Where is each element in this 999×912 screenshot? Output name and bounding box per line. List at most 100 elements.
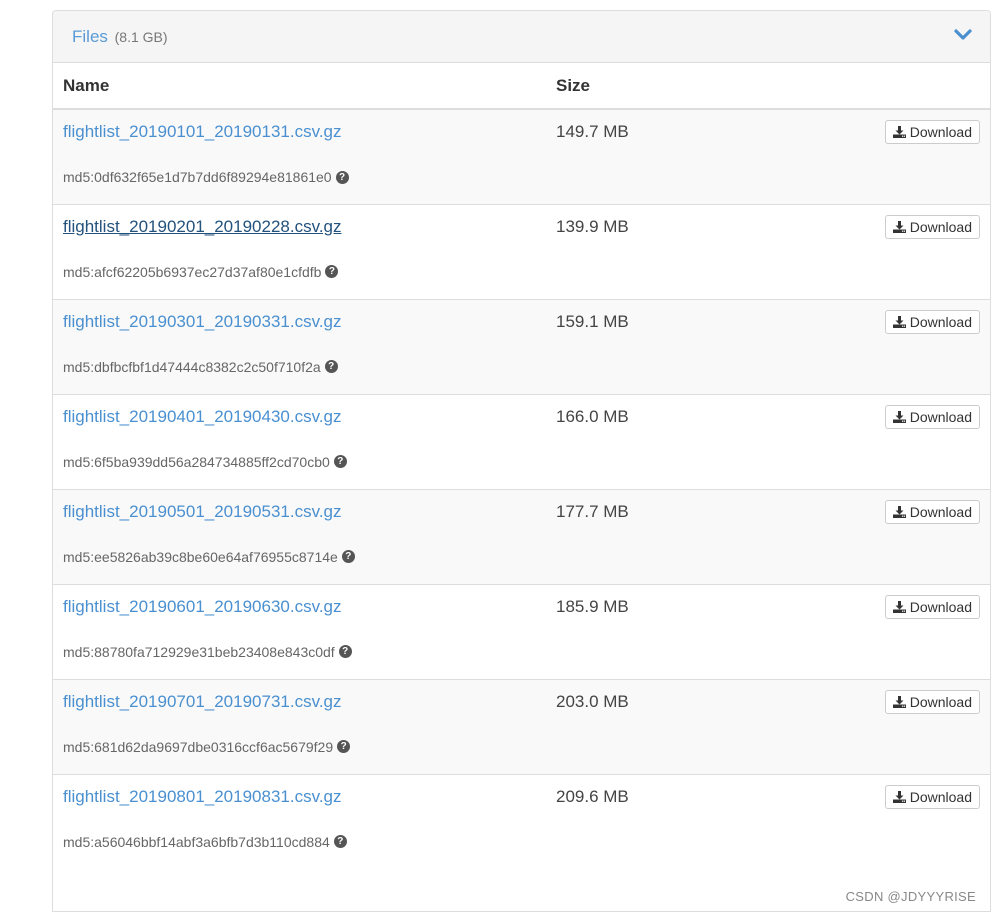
header-size: Size — [556, 75, 591, 95]
download-icon — [892, 505, 906, 518]
files-table: Name Size flightlist_20190101_20190131.c… — [53, 63, 990, 869]
md5-text: md5:dbfbcfbf1d47444c8382c2c50f710f2a — [63, 358, 321, 375]
md5-checksum: md5:ee5826ab39c8be60e64af76955c8714e ? — [63, 549, 536, 565]
table-row: flightlist_20190301_20190331.csv.gz md5:… — [53, 299, 990, 394]
file-size: 149.7 MB — [556, 122, 629, 141]
question-circle-icon[interactable]: ? — [325, 265, 339, 278]
file-size: 185.9 MB — [556, 596, 629, 616]
download-icon — [892, 220, 906, 233]
file-size-cell: 177.7 MB — [546, 489, 693, 584]
download-cell: Download — [693, 679, 990, 774]
file-name-cell: flightlist_20190201_20190228.csv.gz md5:… — [53, 204, 546, 299]
md5-checksum: md5:afcf62205b6937ec27d37af80e1cfdfb ? — [63, 264, 536, 280]
download-label: Download — [909, 313, 972, 330]
download-button[interactable]: Download — [884, 689, 980, 714]
file-name-cell: flightlist_20190801_20190831.csv.gz md5:… — [53, 774, 546, 869]
table-row: flightlist_20190501_20190531.csv.gz md5:… — [53, 489, 990, 584]
chevron-down-icon[interactable] — [954, 28, 972, 42]
download-icon — [892, 695, 906, 708]
header-name: Name — [63, 75, 110, 95]
file-name-cell: flightlist_20190701_20190731.csv.gz md5:… — [53, 679, 546, 774]
file-size-cell: 166.0 MB — [546, 394, 693, 489]
download-cell: Download — [693, 394, 990, 489]
watermark: CSDN @JDYYYRISE — [845, 889, 976, 904]
md5-text: md5:ee5826ab39c8be60e64af76955c8714e — [63, 548, 338, 565]
md5-text: md5:88780fa712929e31beb23408e843c0df — [63, 643, 335, 660]
md5-text: md5:a56046bbf14abf3a6bfb7d3b110cd884 — [63, 833, 330, 850]
md5-checksum: md5:88780fa712929e31beb23408e843c0df ? — [63, 644, 536, 660]
md5-checksum: md5:681d62da9697dbe0316ccf6ac5679f29 ? — [63, 739, 536, 755]
download-icon — [892, 315, 906, 328]
download-button[interactable]: Download — [884, 784, 980, 809]
file-name-cell: flightlist_20190301_20190331.csv.gz md5:… — [53, 299, 546, 394]
download-label: Download — [909, 598, 972, 615]
question-circle-icon[interactable]: ? — [333, 835, 347, 848]
download-cell: Download — [693, 204, 990, 299]
question-circle-icon[interactable]: ? — [338, 645, 352, 658]
file-size: 139.9 MB — [556, 216, 629, 236]
file-link[interactable]: flightlist_20190601_20190630.csv.gz — [63, 597, 342, 617]
file-size-cell: 185.9 MB — [546, 584, 693, 679]
md5-checksum: md5:dbfbcfbf1d47444c8382c2c50f710f2a ? — [63, 359, 536, 375]
download-label: Download — [909, 218, 972, 235]
question-circle-icon[interactable]: ? — [337, 740, 351, 753]
question-circle-icon[interactable]: ? — [333, 455, 347, 468]
download-label: Download — [909, 503, 972, 520]
file-link[interactable]: flightlist_20190701_20190731.csv.gz — [63, 692, 342, 712]
download-icon — [892, 410, 906, 423]
header-actions — [693, 63, 990, 109]
md5-text: md5:afcf62205b6937ec27d37af80e1cfdfb — [63, 263, 322, 280]
panel-title: Files (8.1 GB) — [72, 27, 168, 47]
file-size-cell: 209.6 MB — [546, 774, 693, 869]
file-name-cell: flightlist_20190401_20190430.csv.gz md5:… — [53, 394, 546, 489]
question-circle-icon[interactable]: ? — [341, 550, 355, 563]
question-circle-icon[interactable]: ? — [335, 170, 349, 184]
file-size: 159.1 MB — [556, 311, 629, 331]
download-label: Download — [909, 408, 972, 425]
file-name-cell: flightlist_20190101_20190131.csv.gz md5:… — [53, 109, 546, 204]
download-cell: Download — [693, 109, 990, 204]
download-button[interactable]: Download — [884, 120, 980, 144]
download-button[interactable]: Download — [884, 499, 980, 524]
download-button[interactable]: Download — [884, 594, 980, 619]
download-icon — [892, 790, 906, 803]
table-header-row: Name Size — [53, 63, 990, 109]
download-icon — [892, 126, 906, 138]
download-label: Download — [909, 693, 972, 710]
file-size: 166.0 MB — [556, 406, 629, 426]
table-row: flightlist_20190101_20190131.csv.gz md5:… — [53, 109, 990, 204]
files-total-size: (8.1 GB) — [114, 28, 168, 45]
download-icon — [892, 600, 906, 613]
download-button[interactable]: Download — [884, 404, 980, 429]
files-panel-heading[interactable]: Files (8.1 GB) — [53, 11, 990, 63]
download-label: Download — [909, 788, 972, 805]
file-link[interactable]: flightlist_20190401_20190430.csv.gz — [63, 407, 342, 427]
question-circle-icon[interactable]: ? — [324, 360, 338, 373]
download-label: Download — [909, 124, 972, 140]
table-row: flightlist_20190601_20190630.csv.gz md5:… — [53, 584, 990, 679]
file-link[interactable]: flightlist_20190201_20190228.csv.gz — [63, 217, 342, 237]
download-button[interactable]: Download — [884, 214, 980, 239]
file-link[interactable]: flightlist_20190801_20190831.csv.gz — [63, 787, 342, 807]
file-link[interactable]: flightlist_20190101_20190131.csv.gz — [63, 122, 342, 142]
file-name-cell: flightlist_20190501_20190531.csv.gz md5:… — [53, 489, 546, 584]
download-button[interactable]: Download — [884, 309, 980, 334]
download-cell: Download — [693, 774, 990, 869]
md5-checksum: md5:6f5ba939dd56a284734885ff2cd70cb0 ? — [63, 454, 536, 470]
file-size-cell: 159.1 MB — [546, 299, 693, 394]
files-panel: Files (8.1 GB) Name Size flightlist_2019… — [52, 10, 991, 912]
files-title: Files — [72, 26, 108, 46]
file-link[interactable]: flightlist_20190301_20190331.csv.gz — [63, 312, 342, 332]
file-size: 209.6 MB — [556, 786, 629, 806]
download-cell: Download — [693, 584, 990, 679]
file-link[interactable]: flightlist_20190501_20190531.csv.gz — [63, 502, 342, 522]
download-cell: Download — [693, 299, 990, 394]
file-size: 203.0 MB — [556, 691, 629, 711]
md5-checksum: md5:a56046bbf14abf3a6bfb7d3b110cd884 ? — [63, 834, 536, 850]
table-row: flightlist_20190401_20190430.csv.gz md5:… — [53, 394, 990, 489]
file-size-cell: 139.9 MB — [546, 204, 693, 299]
download-cell: Download — [693, 489, 990, 584]
md5-checksum: md5:0df632f65e1d7b7dd6f89294e81861e0 ? — [63, 169, 536, 185]
file-size-cell: 149.7 MB — [546, 109, 693, 204]
table-row: flightlist_20190801_20190831.csv.gz md5:… — [53, 774, 990, 869]
